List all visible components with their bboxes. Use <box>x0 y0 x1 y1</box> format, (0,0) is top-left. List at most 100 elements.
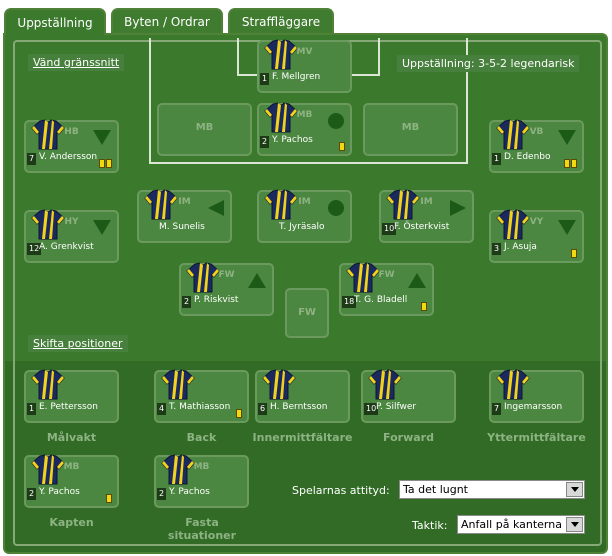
position-slot-mb_center[interactable]: MB 2 Y. Pachos <box>257 102 352 156</box>
shirt-number: 2 <box>182 296 192 308</box>
shirt-number: 4 <box>157 403 167 415</box>
yellow-card-icon <box>571 249 577 258</box>
position-slot-hy[interactable]: HY 12 A. Grenkvist <box>24 209 119 263</box>
shirt-number: 2 <box>260 136 270 148</box>
circle-icon[interactable] <box>328 113 344 129</box>
chevron-down-icon[interactable] <box>566 482 583 497</box>
jersey-icon[interactable] <box>264 102 298 133</box>
position-slot-bench-2[interactable]: 6 H. Berntsson <box>255 369 350 423</box>
jersey-icon[interactable] <box>496 209 530 240</box>
tactic-value: Anfall på kanterna <box>461 518 562 531</box>
position-slot-special-1[interactable]: MB 2 Y. Pachos <box>154 454 249 508</box>
position-slot-fw_left[interactable]: FW 2 P. Riskvist <box>179 262 274 316</box>
jersey-icon[interactable] <box>496 369 530 400</box>
position-slot-bench-1[interactable]: 4 T. Mathiasson <box>154 369 249 423</box>
yellow-card-icon <box>99 159 105 168</box>
jersey-icon[interactable] <box>346 262 380 293</box>
jersey-icon[interactable] <box>31 119 65 150</box>
special-role-label: Fasta situationer <box>167 516 237 542</box>
jersey-icon[interactable] <box>31 454 65 485</box>
arrow-down-icon[interactable] <box>558 220 576 235</box>
yellow-card-icon <box>339 142 345 151</box>
bench-role-label: Målvakt <box>46 431 97 444</box>
arrow-down-icon[interactable] <box>93 130 111 145</box>
shirt-number: 6 <box>258 403 268 415</box>
tab-label: Uppställning <box>17 15 93 30</box>
player-name: D. Edenbo <box>504 152 551 162</box>
jersey-icon[interactable] <box>31 209 65 240</box>
position-slot-fw_right[interactable]: FW 18 T. G. Bladell <box>339 262 434 316</box>
jersey-icon[interactable] <box>161 369 195 400</box>
position-slot-bench-4[interactable]: 7 Ingemarsson <box>489 369 584 423</box>
position-slot-hb[interactable]: HB 7 V. Andersson <box>24 119 119 173</box>
attitude-value: Ta det lugnt <box>403 483 468 496</box>
yellow-card-icon <box>564 159 570 168</box>
jersey-icon[interactable] <box>144 189 178 220</box>
attitude-select[interactable]: Ta det lugnt <box>399 480 585 499</box>
position-slot-mb_left[interactable]: MB <box>157 103 252 156</box>
chevron-down-icon[interactable] <box>566 517 583 532</box>
bench-role-label: Forward <box>383 431 434 444</box>
jersey-icon[interactable] <box>31 369 65 400</box>
tab-label: Byten / Ordrar <box>124 14 210 29</box>
position-slot-mb_right[interactable]: MB <box>363 103 458 156</box>
penalty-area-line <box>149 38 151 164</box>
special-role-label: Kapten <box>49 516 94 529</box>
flip-interface-link[interactable]: Vänd gränssnitt <box>28 54 125 71</box>
position-slot-bench-3[interactable]: 10 P. Silfwer <box>361 369 456 423</box>
arrow-up-icon[interactable] <box>408 273 426 288</box>
arrow-down-icon[interactable] <box>93 220 111 235</box>
jersey-icon[interactable] <box>264 189 298 220</box>
goal-area-line <box>237 38 239 76</box>
tab-substitutions[interactable]: Byten / Ordrar <box>111 8 223 33</box>
player-name: J. Asuja <box>504 242 537 252</box>
tactic-label: Taktik: <box>412 519 448 532</box>
arrow-right-icon[interactable] <box>450 200 466 216</box>
shirt-number: 1 <box>27 403 37 415</box>
position-slot-bench-0[interactable]: 1 E. Pettersson <box>24 369 119 423</box>
yellow-card-icon <box>236 409 242 418</box>
shirt-number: 2 <box>27 488 37 500</box>
shirt-number: 7 <box>27 153 37 165</box>
jersey-icon[interactable] <box>496 119 530 150</box>
player-name: P. Silfwer <box>376 402 417 412</box>
jersey-icon[interactable] <box>161 454 195 485</box>
jersey-icon[interactable] <box>368 369 402 400</box>
jersey-icon[interactable] <box>386 189 420 220</box>
position-slot-im_left[interactable]: IM M. Sunelis <box>137 189 232 243</box>
arrow-down-icon[interactable] <box>558 130 576 145</box>
jersey-icon[interactable] <box>186 262 220 293</box>
tab-lineup[interactable]: Uppställning <box>4 8 106 35</box>
formation-label: Uppställning: 3-5-2 legendarisk <box>397 55 580 72</box>
arrow-up-icon[interactable] <box>248 273 266 288</box>
player-name: H. Berntsson <box>270 402 328 412</box>
jersey-icon[interactable] <box>264 39 298 70</box>
player-name: M. Sunelis <box>159 222 205 232</box>
position-slot-im_center[interactable]: IM T. Jyräsalo <box>257 189 352 243</box>
yellow-card-icon <box>421 302 427 311</box>
position-slot-special-0[interactable]: MB 2 Y. Pachos <box>24 454 119 508</box>
player-name: T. G. Bladell <box>354 295 408 305</box>
position-slot-vy[interactable]: VY 3 J. Asuja <box>489 209 584 263</box>
tab-label: Straffläggare <box>241 14 321 29</box>
yellow-card-icon <box>106 494 112 503</box>
arrow-left-icon[interactable] <box>208 200 224 216</box>
position-slot-fw_mid[interactable]: FW <box>285 288 329 338</box>
jersey-icon[interactable] <box>262 369 296 400</box>
tactic-select[interactable]: Anfall på kanterna <box>457 515 585 534</box>
circle-icon[interactable] <box>328 200 344 216</box>
player-name: T. Mathiasson <box>169 402 231 412</box>
yellow-card-icon <box>571 159 577 168</box>
player-name: A. Grenkvist <box>39 242 94 252</box>
tab-penalty-takers[interactable]: Straffläggare <box>228 8 334 33</box>
position-slot-mv[interactable]: MV 1 F. Mellgren <box>257 39 352 93</box>
shift-positions-link[interactable]: Skifta positioner <box>28 335 128 352</box>
shirt-number: 3 <box>492 243 502 255</box>
position-label: MB <box>401 122 420 133</box>
position-slot-im_right[interactable]: IM 10 F. Österkvist <box>379 189 474 243</box>
penalty-area-line <box>149 162 468 164</box>
goal-area-line <box>378 38 380 76</box>
shirt-number: 1 <box>260 73 270 85</box>
player-name: E. Pettersson <box>39 402 98 412</box>
position-slot-vb[interactable]: VB 1 D. Edenbo <box>489 119 584 173</box>
